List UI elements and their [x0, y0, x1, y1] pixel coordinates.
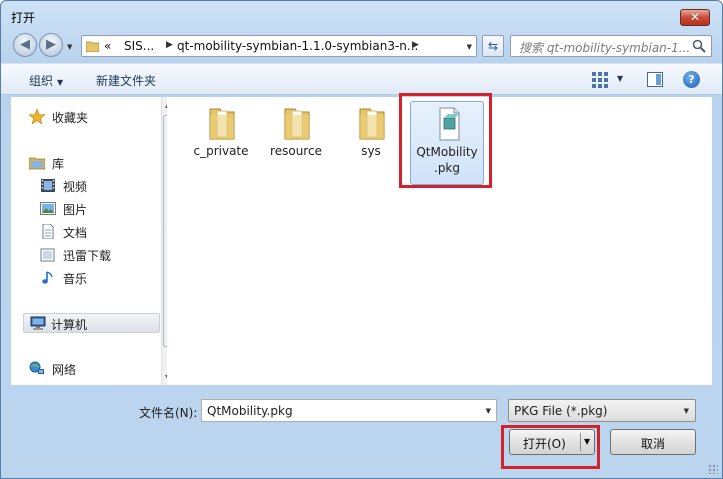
filetype-select[interactable]: PKG File (*.pkg) ▼	[508, 399, 696, 422]
filename-value: QtMobility.pkg	[207, 404, 293, 418]
file-name: c_private	[193, 144, 249, 158]
open-options-dropdown-icon[interactable]: ▼	[584, 437, 590, 446]
computer-icon	[30, 316, 46, 330]
sidebar-item-pictures[interactable]: 图片	[40, 199, 170, 219]
sidebar-item-label: 库	[52, 157, 65, 171]
sidebar-item-music[interactable]: 音乐	[40, 268, 170, 288]
folder-icon	[359, 108, 385, 140]
close-button[interactable]: ✕	[680, 9, 710, 26]
refresh-button[interactable]: ⇆	[482, 35, 504, 57]
sidebar-item-libraries[interactable]: 库	[29, 153, 159, 173]
video-icon	[41, 179, 55, 192]
music-icon	[42, 271, 53, 284]
sidebar-item-label: 计算机	[51, 318, 88, 332]
cancel-button[interactable]: 取消	[610, 429, 696, 455]
folder-item-sys[interactable]: sys	[334, 101, 408, 185]
open-button[interactable]: 打开(O) ▼	[509, 429, 595, 455]
recent-locations-dropdown[interactable]: ▼	[67, 43, 72, 51]
sidebar-item-label: 文档	[63, 226, 88, 240]
chevron-down-icon: ▼	[683, 407, 689, 415]
back-button[interactable]: ◀	[13, 33, 37, 57]
resize-grip-icon[interactable]	[708, 464, 718, 474]
filename-label: 文件名(N):	[139, 406, 198, 420]
preview-pane-icon[interactable]	[647, 72, 663, 87]
open-button-label: 打开(O)	[523, 437, 566, 451]
sidebar-item-documents[interactable]: 文档	[40, 222, 170, 242]
title-bar: 打开 ✕	[1, 1, 722, 31]
folder-item-resource[interactable]: resource	[259, 101, 333, 185]
sidebar-item-network[interactable]: 网络	[29, 359, 159, 379]
picture-icon	[40, 202, 56, 215]
sidebar-item-videos[interactable]: 视频	[40, 176, 170, 196]
sidebar-item-label: 网络	[52, 363, 77, 377]
sidebar-item-label: 图片	[63, 203, 88, 217]
sidebar-item-favorites[interactable]: 收藏夹	[29, 107, 159, 127]
highlight-box-file	[399, 93, 492, 188]
sidebar-item-computer[interactable]: 计算机	[23, 313, 160, 333]
chevron-down-icon: ▼	[57, 78, 64, 87]
sidebar-item-label: 视频	[63, 180, 88, 194]
folder-item-c-private[interactable]: c_private	[184, 101, 258, 185]
address-dropdown-icon[interactable]: ▼	[467, 43, 472, 51]
cancel-button-label: 取消	[640, 437, 665, 451]
document-icon	[42, 224, 54, 239]
breadcrumb-item-current[interactable]: qt-mobility-symbian-1.1.0-symbian3-n...	[177, 39, 418, 53]
help-icon[interactable]: ?	[683, 71, 700, 88]
sidebar-item-thunder-downloads[interactable]: 迅雷下载	[40, 245, 170, 265]
window-title: 打开	[11, 11, 36, 25]
command-toolbar: 组织 ▼ 新建文件夹 ▼ ?	[1, 63, 722, 95]
star-icon	[29, 109, 45, 124]
network-icon	[29, 361, 44, 374]
folder-icon	[86, 41, 99, 52]
sidebar-item-label: 音乐	[63, 272, 88, 286]
filetype-value: PKG File (*.pkg)	[514, 404, 608, 418]
navigation-pane: 收藏夹 库 视频 图片 文档 迅雷下载 音乐 计算机 网络	[11, 97, 176, 385]
address-bar[interactable]: « SIS... ▶ qt-mobility-symbian-1.1.0-sym…	[81, 35, 477, 57]
new-folder-button[interactable]: 新建文件夹	[96, 72, 156, 89]
chevron-down-icon[interactable]: ▼	[486, 407, 491, 415]
search-placeholder: 搜索 qt-mobility-symbian-1...	[519, 41, 691, 55]
breadcrumb-overflow[interactable]: «	[104, 39, 111, 53]
file-name: sys	[361, 144, 381, 158]
folder-icon	[284, 108, 310, 140]
search-icon[interactable]	[692, 39, 706, 53]
views-icon[interactable]	[592, 72, 608, 88]
download-icon	[40, 248, 55, 262]
organize-menu[interactable]: 组织 ▼	[29, 72, 63, 89]
navigation-bar: ◀ ▶ ▼ « SIS... ▶ qt-mobility-symbian-1.1…	[1, 31, 722, 59]
forward-button[interactable]: ▶	[39, 33, 63, 57]
views-dropdown-icon[interactable]: ▼	[617, 74, 623, 83]
library-icon	[29, 157, 45, 170]
open-file-dialog: 打开 ✕ ◀ ▶ ▼ « SIS... ▶ qt-mobility-symbia…	[0, 0, 723, 479]
file-name: resource	[270, 144, 322, 158]
split-divider	[580, 433, 581, 451]
breadcrumb-chevron-icon[interactable]: ▶	[412, 40, 419, 50]
breadcrumb-item-sis[interactable]: SIS...	[124, 39, 154, 53]
folder-icon	[209, 108, 235, 140]
sidebar-item-label: 收藏夹	[52, 111, 89, 125]
search-input[interactable]: 搜索 qt-mobility-symbian-1...	[510, 35, 712, 57]
breadcrumb-chevron-icon[interactable]: ▶	[166, 40, 173, 50]
sidebar-item-label: 迅雷下载	[63, 249, 112, 263]
filename-input[interactable]: QtMobility.pkg ▼	[201, 399, 497, 422]
